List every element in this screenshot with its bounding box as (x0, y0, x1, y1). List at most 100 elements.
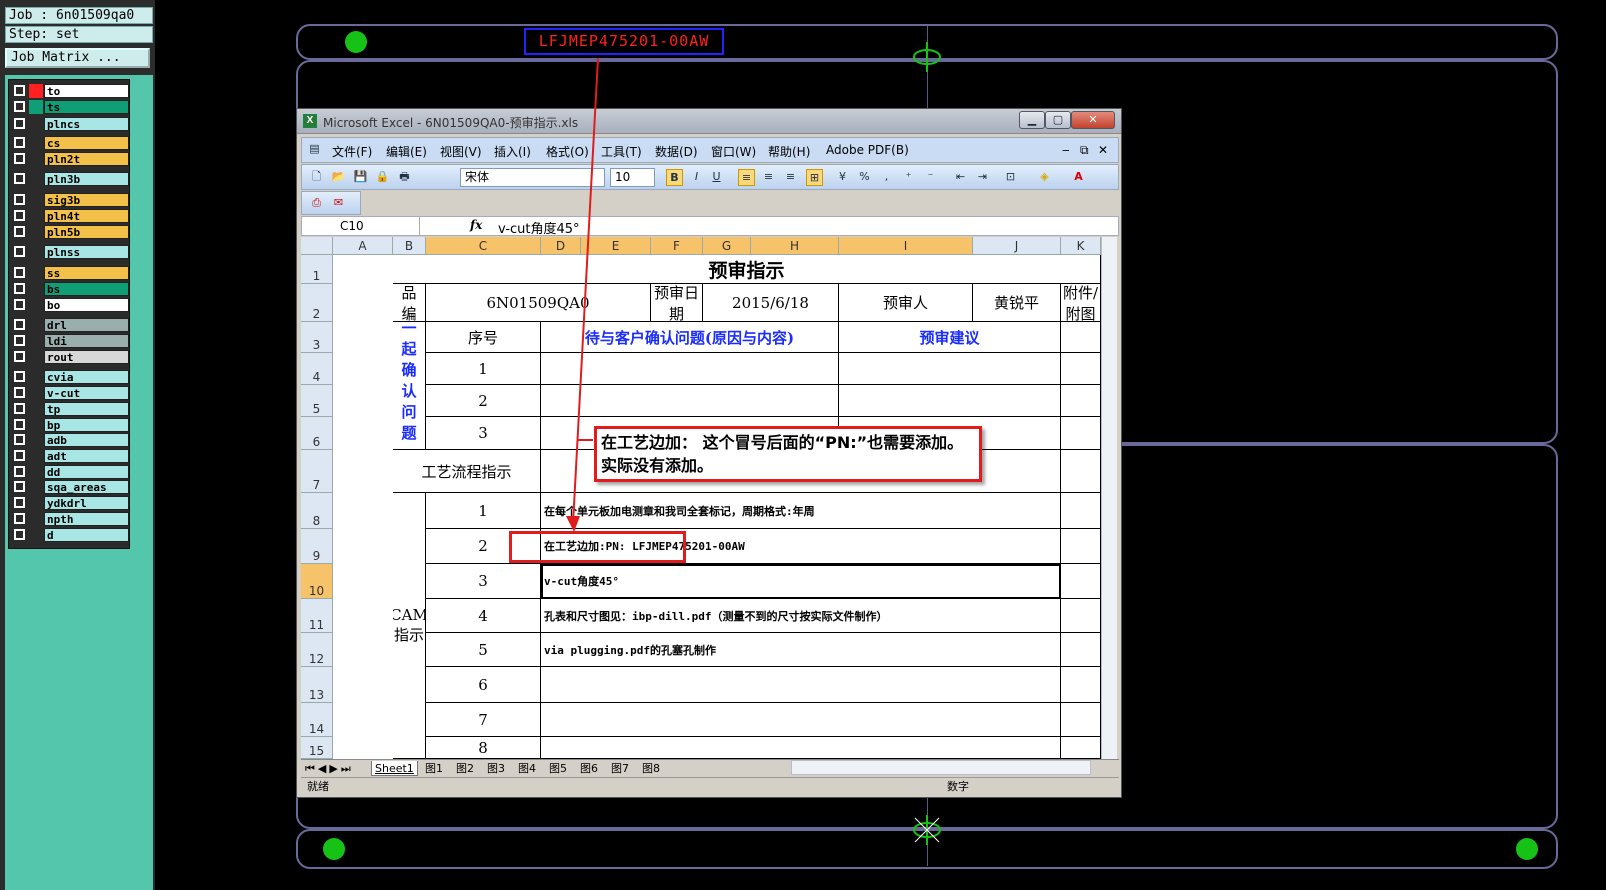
layer-name[interactable]: pln4t (44, 209, 129, 223)
bold-icon[interactable]: B (666, 169, 683, 186)
customer-issue-header-cell[interactable]: 待与客户确认问题(原因与内容) (541, 322, 839, 353)
cam-item-cell[interactable]: 孔表和尺寸图见：ibp-dill.pdf（测量不到的尺寸按实际文件制作） (541, 599, 1061, 633)
layer-name[interactable]: dd (44, 465, 129, 479)
row-header-11[interactable]: 11 (301, 599, 333, 633)
close-button[interactable]: ✕ (1071, 111, 1115, 129)
cam-item-cell[interactable]: via plugging.pdf的孔塞孔制作 (541, 633, 1061, 667)
layer-row-adt[interactable]: adt (12, 449, 129, 463)
layer-row-adb[interactable]: adb (12, 433, 129, 447)
layer-checkbox[interactable] (14, 173, 25, 184)
layer-checkbox[interactable] (14, 403, 25, 414)
sheet-tab[interactable]: 图7 (611, 761, 629, 776)
layer-row-pln4t[interactable]: pln4t (12, 209, 129, 223)
cam-seq-cell[interactable]: 7 (426, 703, 541, 737)
layer-name[interactable]: ts (44, 100, 129, 114)
layer-checkbox[interactable] (14, 466, 25, 477)
suggestion-header-cell[interactable]: 预审建议 (839, 322, 1061, 353)
job-matrix-button[interactable]: Job Matrix ... (5, 48, 150, 68)
layer-name[interactable]: adt (44, 449, 129, 463)
column-header-H[interactable]: H (751, 237, 839, 255)
column-header-F[interactable]: F (651, 237, 703, 255)
row-header-13[interactable]: 13 (301, 667, 333, 703)
layer-row-sig3b[interactable]: sig3b (12, 193, 129, 207)
layer-row-ydkdrl[interactable]: ydkdrl (12, 496, 129, 510)
horizontal-scrollbar[interactable] (791, 760, 1091, 775)
vertical-scrollbar[interactable] (1101, 237, 1117, 759)
increase-indent-icon[interactable]: ⇥ (974, 169, 991, 186)
name-box[interactable]: C10 (302, 217, 420, 235)
excel-titlebar[interactable]: X Microsoft Excel - 6N01509QA0-预审指示.xls … (297, 109, 1121, 134)
layer-name[interactable]: sig3b (44, 193, 129, 207)
cam-seq-cell[interactable]: 6 (426, 667, 541, 703)
seq-header-cell[interactable]: 序号 (426, 322, 541, 353)
column-header-K[interactable]: K (1061, 237, 1101, 255)
layer-checkbox[interactable] (14, 529, 25, 540)
layer-row-d[interactable]: d (12, 528, 129, 542)
layer-row-pln3b[interactable]: pln3b (12, 172, 129, 186)
layer-row-pln2t[interactable]: pln2t (12, 152, 129, 166)
italic-icon[interactable]: I (688, 169, 705, 186)
row-header-4[interactable]: 4 (301, 353, 333, 385)
align-right-icon[interactable]: ≡ (782, 169, 799, 186)
row-header-8[interactable]: 8 (301, 493, 333, 529)
cam-seq-cell[interactable]: 1 (426, 493, 541, 529)
process-attachment-cell[interactable] (1061, 450, 1101, 493)
layer-checkbox[interactable] (14, 481, 25, 492)
layer-row-bo[interactable]: bo (12, 298, 129, 312)
cam-item-cell[interactable]: v-cut角度45° (541, 564, 1061, 599)
layer-row-v-cut[interactable]: v-cut (12, 386, 129, 400)
sheet-tab[interactable]: 图6 (580, 761, 598, 776)
underline-icon[interactable]: U (708, 169, 725, 186)
layer-name[interactable]: bp (44, 418, 129, 432)
cam-item-cell[interactable] (541, 667, 1061, 703)
row-header-9[interactable]: 9 (301, 529, 333, 564)
cam-attachment-cell[interactable] (1061, 737, 1101, 759)
layer-checkbox[interactable] (14, 351, 25, 362)
pdf-mail-icon[interactable]: ✉ (330, 195, 347, 212)
attachment-cell-3[interactable] (1061, 322, 1101, 353)
layer-row-sqa_areas[interactable]: sqa_areas (12, 480, 129, 494)
issue-seq-cell[interactable]: 3 (426, 417, 541, 450)
font-name-select[interactable]: 宋体 (460, 168, 605, 187)
column-header-C[interactable]: C (426, 237, 541, 255)
cam-label-cell[interactable]: CAM指示 (393, 493, 426, 759)
save-icon[interactable]: 💾 (352, 169, 369, 186)
layer-name[interactable]: tp (44, 402, 129, 416)
decrease-decimal-icon[interactable]: ⁻ (922, 169, 939, 186)
cam-attachment-cell[interactable] (1061, 564, 1101, 599)
layer-row-to[interactable]: to (12, 84, 129, 98)
menu-item[interactable]: Adobe PDF(B) (826, 143, 909, 157)
layer-row-bp[interactable]: bp (12, 418, 129, 432)
menu-item[interactable]: 视图(V) (440, 143, 482, 160)
menu-item[interactable]: 工具(T) (601, 143, 642, 160)
layer-name[interactable]: v-cut (44, 386, 129, 400)
layer-checkbox[interactable] (14, 85, 25, 96)
column-header-G[interactable]: G (703, 237, 751, 255)
layer-row-cvia[interactable]: cvia (12, 370, 129, 384)
layer-checkbox[interactable] (14, 371, 25, 382)
font-size-select[interactable]: 10 (610, 168, 655, 187)
process-label-cell[interactable]: 工艺流程指示 (393, 450, 541, 493)
issue-content-cell[interactable] (541, 385, 839, 417)
doc-minimize-button[interactable]: ‒ (1062, 143, 1070, 157)
row-header-2[interactable]: 2 (301, 284, 333, 322)
row-header-1[interactable]: 1 (301, 255, 333, 284)
row-header-15[interactable]: 15 (301, 737, 333, 759)
product-label-cell[interactable]: 产品编号 (393, 284, 426, 322)
row-header-7[interactable]: 7 (301, 450, 333, 493)
layer-checkbox[interactable] (14, 118, 25, 129)
row-header-6[interactable]: 6 (301, 417, 333, 450)
layer-name[interactable]: plnss (44, 245, 129, 259)
print-icon[interactable]: 🖶 (396, 169, 413, 186)
issue-suggestion-cell[interactable] (839, 385, 1061, 417)
row-header-12[interactable]: 12 (301, 633, 333, 667)
layer-checkbox[interactable] (14, 226, 25, 237)
layer-row-bs[interactable]: bs (12, 282, 129, 296)
layer-name[interactable]: cs (44, 136, 129, 150)
cam-attachment-cell[interactable] (1061, 493, 1101, 529)
font-color-icon[interactable]: A (1070, 169, 1087, 186)
new-icon[interactable]: 🗋 (308, 169, 325, 186)
layer-name[interactable]: ldi (44, 334, 129, 348)
layer-row-drl[interactable]: drl (12, 318, 129, 332)
cam-attachment-cell[interactable] (1061, 703, 1101, 737)
